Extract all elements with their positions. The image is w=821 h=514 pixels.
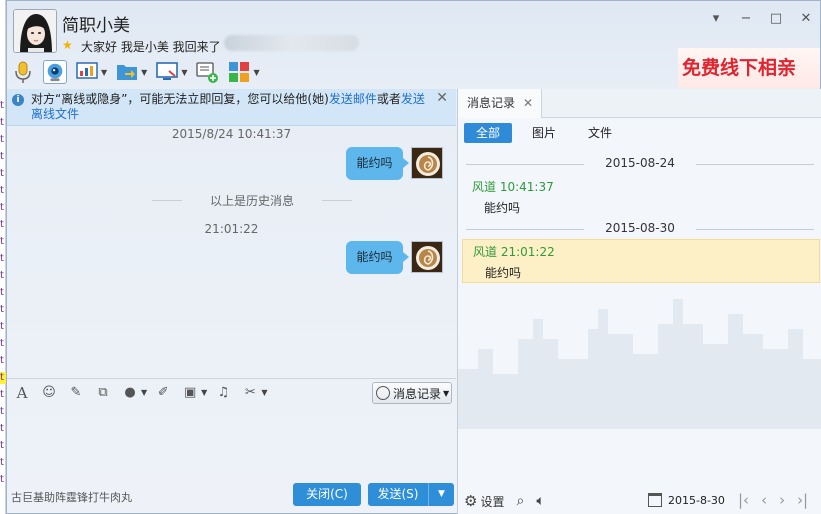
input-toolbar: A ☺ ✎ ⧉ ● ▼ ✐ ▣ ▼ ♫ ✂ ▼ 消息记录 ▼ <box>7 378 456 406</box>
group-chat-button[interactable] <box>195 58 219 86</box>
maximize-icon[interactable]: □ <box>768 11 784 27</box>
prev-page-icon[interactable]: ‹ <box>761 491 767 509</box>
first-page-icon[interactable]: |‹ <box>738 491 749 509</box>
send-label[interactable]: 发送(S) <box>368 483 428 506</box>
message-timestamp: 21:01:22 <box>204 222 259 236</box>
chat-pane: i 对方“离线或隐身”，可能无法立即回复，您可以给他(她)发送邮件或者发送离线文… <box>7 89 456 514</box>
chat-toolbar: ▼ ▼ ▼ ▼ <box>11 57 268 87</box>
emoji-icon[interactable]: ☺ <box>40 384 58 402</box>
history-pagination: |‹ ‹ › ›| <box>738 491 808 509</box>
calendar-icon[interactable] <box>648 493 662 507</box>
screenshot-scissors-icon[interactable]: ✂ <box>241 384 259 402</box>
message-history-button[interactable]: 消息记录 ▼ <box>372 382 452 404</box>
music-icon[interactable]: ♫ <box>214 384 232 402</box>
chat-window: 简职小美 ★ 大家好 我是小美 我回来了 ▾ − □ ✕ ▼ ▼ ▼ ▼ 免费线… <box>6 0 821 514</box>
message-history-label: 消息记录 <box>393 386 442 401</box>
history-text: 能约吗 <box>484 201 521 215</box>
message-timestamp: 2015/8/24 10:41:37 <box>171 127 292 141</box>
current-date[interactable]: 2015-8-30 <box>668 494 725 507</box>
send-options-chevron-icon[interactable]: ▼ <box>428 483 454 506</box>
history-filters: 全部 图片 文件 <box>464 123 632 143</box>
add-message-icon <box>196 62 219 83</box>
history-divider: 以上是历史消息 <box>152 192 352 209</box>
history-sender: 风道 21:01:22 <box>473 245 555 259</box>
news-tip-link[interactable]: 古巨基助阵霆锋打牛肉丸 <box>11 489 132 505</box>
user-avatar[interactable] <box>411 147 443 179</box>
close-button[interactable]: 关闭(C) <box>293 483 361 506</box>
contact-avatar[interactable] <box>13 9 57 53</box>
history-text: 能约吗 <box>485 266 522 280</box>
clock-icon <box>376 386 390 400</box>
speaker-icon[interactable]: 🔈︎ <box>536 493 544 509</box>
chevron-down-icon[interactable]: ▼ <box>201 388 207 397</box>
chevron-down-icon[interactable]: ▼ <box>253 68 259 77</box>
gear-icon[interactable]: ⚙ <box>464 492 477 510</box>
magic-wand-icon[interactable]: ✎ <box>67 384 85 402</box>
monitor-icon <box>156 62 179 80</box>
folder-transfer-icon <box>117 65 138 80</box>
message-bubble[interactable]: 能约吗 <box>346 241 409 274</box>
webcam-icon <box>43 60 67 84</box>
chevron-down-icon[interactable]: ▼ <box>141 68 147 77</box>
filter-images[interactable]: 图片 <box>520 123 568 143</box>
date-separator: 2015-08-30 <box>458 221 821 237</box>
doodle-icon[interactable]: ✐ <box>154 384 172 402</box>
chevron-down-icon: ▼ <box>443 388 450 398</box>
search-icon[interactable]: ⌕ <box>516 493 524 509</box>
date-separator: 2015-08-24 <box>458 156 821 172</box>
history-message[interactable]: 风道 10:41:37 能约吗 <box>462 178 820 220</box>
message-input-area[interactable] <box>7 406 456 476</box>
close-window-icon[interactable]: ✕ <box>798 11 814 27</box>
font-icon[interactable]: A <box>13 384 31 402</box>
screen-share-button[interactable]: ▼ <box>155 58 187 86</box>
settings-label[interactable]: 设置 <box>480 493 504 510</box>
message-bubble[interactable]: 能约吗 <box>346 147 409 180</box>
next-page-icon[interactable]: › <box>779 491 785 509</box>
menu-dropdown-icon[interactable]: ▾ <box>708 11 724 27</box>
info-icon: i <box>12 94 24 106</box>
city-skyline-decoration <box>458 299 821 429</box>
voice-message-icon[interactable]: ● <box>121 384 139 402</box>
send-email-link[interactable]: 发送邮件 <box>329 92 377 106</box>
filter-files[interactable]: 文件 <box>576 123 624 143</box>
video-call-button[interactable] <box>43 58 67 86</box>
image-icon[interactable]: ▣ <box>181 384 199 402</box>
chevron-down-icon[interactable]: ▼ <box>141 388 147 397</box>
history-footer: ⚙ 设置 ⌕ 🔈︎ 2015-8-30 |‹ ‹ › ›| <box>458 487 821 514</box>
apps-button[interactable]: ▼ <box>227 58 260 86</box>
tab-message-history[interactable]: 消息记录 ✕ <box>458 89 542 118</box>
chevron-down-icon[interactable]: ▼ <box>101 68 107 77</box>
history-message-highlighted[interactable]: 风道 21:01:22 能约吗 <box>462 239 820 283</box>
history-tabs: 消息记录 ✕ <box>458 89 821 118</box>
send-file-button[interactable]: ▼ <box>115 58 147 86</box>
chevron-down-icon[interactable]: ▼ <box>261 388 267 397</box>
history-sender: 风道 10:41:37 <box>472 180 554 194</box>
chevron-down-icon[interactable]: ▼ <box>181 68 187 77</box>
user-avatar[interactable] <box>411 241 443 273</box>
history-panel: 消息记录 ✕ 全部 图片 文件 2015-08-24 风道 10:41:37 能… <box>457 89 821 514</box>
window-controls: ▾ − □ ✕ <box>708 11 814 27</box>
tab-label: 消息记录 <box>467 96 516 110</box>
offline-notice-bar: i 对方“离线或隐身”，可能无法立即回复，您可以给他(她)发送邮件或者发送离线文… <box>7 89 456 126</box>
send-button[interactable]: 发送(S) ▼ <box>368 483 454 506</box>
close-notice-icon[interactable]: ✕ <box>436 91 448 106</box>
close-tab-icon[interactable]: ✕ <box>523 89 533 117</box>
vip-star-icon: ★ <box>62 38 73 52</box>
notice-text: 对方“离线或隐身”，可能无法立即回复，您可以给他(她) <box>31 92 329 106</box>
minimize-icon[interactable]: − <box>738 11 754 27</box>
contact-name[interactable]: 简职小美 <box>62 11 130 36</box>
microphone-icon <box>15 61 31 83</box>
blurred-signature-area <box>224 35 359 51</box>
presentation-icon <box>76 62 98 79</box>
apps-grid-icon <box>229 62 250 82</box>
remote-assist-button[interactable]: ▼ <box>75 58 107 86</box>
last-page-icon[interactable]: ›| <box>797 491 808 509</box>
notice-or-text: 或者 <box>376 92 401 106</box>
shake-window-icon[interactable]: ⧉ <box>94 384 112 402</box>
ad-banner[interactable]: 免费线下相亲 <box>678 48 820 88</box>
filter-all[interactable]: 全部 <box>464 123 512 143</box>
contact-signature: 大家好 我是小美 我回来了 <box>81 40 221 54</box>
voice-call-button[interactable] <box>11 58 35 86</box>
